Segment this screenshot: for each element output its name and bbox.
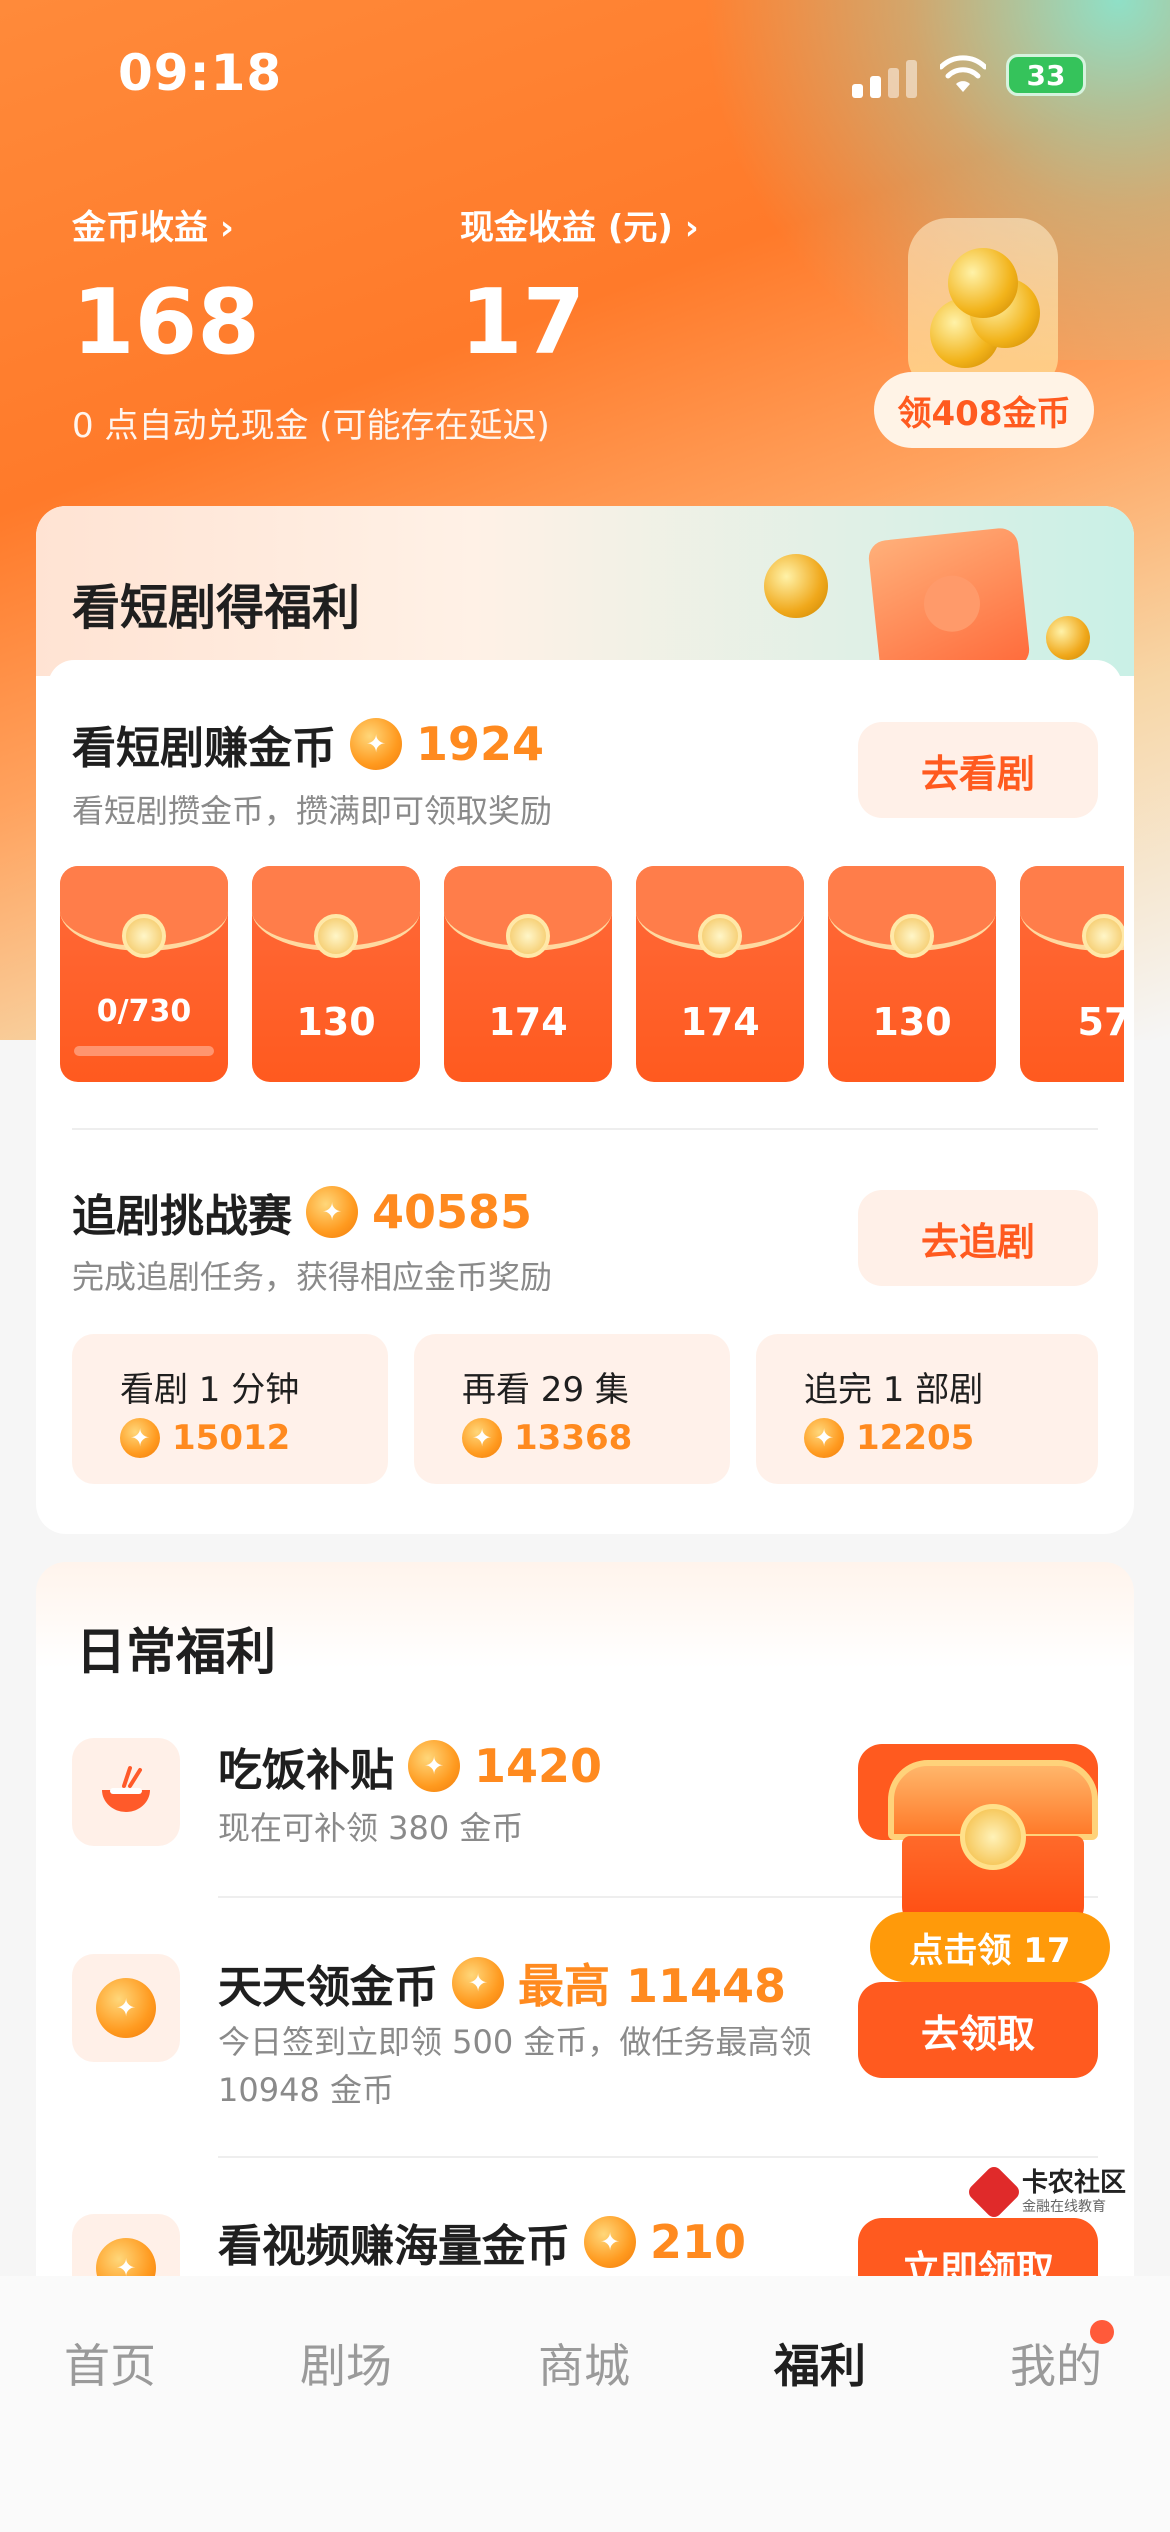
coin-icon [452,1957,504,2009]
redeem-coins-button[interactable]: 领408金币 [874,372,1094,448]
notification-dot [1090,2320,1114,2344]
bottom-tab-bar: 首页 剧场 商城 福利 我的 [0,2276,1170,2532]
red-envelope[interactable]: 130 [828,866,996,1082]
envelope-value: 174 [488,1000,568,1044]
watermark-name: 卡农社区 [1022,2168,1127,2198]
watermark-tagline: 金融在线教育 [1022,2199,1106,2215]
divider [72,1128,1098,1130]
follow-drama-button[interactable]: 去追剧 [858,1190,1098,1286]
task-card[interactable]: 再看 29 集 13368 [414,1334,730,1484]
coin-decoration-icon [764,554,828,618]
envelope-seal-icon [1082,914,1124,958]
challenge-title: 追剧挑战赛 [72,1191,292,1242]
coin-icon [72,1954,180,2062]
status-time: 09:18 [118,44,283,102]
coin-icon [120,1418,160,1458]
earn-coins-heading: 看短剧赚金币 1924 [72,712,544,776]
task-title: 再看 29 集 [462,1370,629,1410]
envelope-seal-icon [122,914,166,958]
coin-icon [350,718,402,770]
earn-coins-title: 看短剧赚金币 [72,723,336,774]
daily-row-amount: 最高 11448 [518,1959,787,2013]
envelope-row: 0/730 130 174 174 130 57 [60,866,1124,1086]
watermark: 卡农社区 金融在线教育 [965,2162,1154,2222]
tab-welfare[interactable]: 福利 [774,2330,866,2396]
treasure-chest-icon[interactable] [888,1760,1098,1932]
envelope-seal-icon [890,914,934,958]
red-envelope[interactable]: 0/730 [60,866,228,1082]
earn-coins-subtitle: 看短剧攒金币，攒满即可领取奖励 [72,792,553,830]
coin-icon [408,1740,460,1792]
earn-coins-amount: 1924 [416,717,545,771]
envelope-seal-icon [506,914,550,958]
daily-row-amount: 210 [650,2215,747,2269]
envelope-value: 130 [872,1000,952,1044]
red-envelope[interactable]: 174 [636,866,804,1082]
battery-icon: 33 [1006,54,1086,96]
envelope-seal-icon [698,914,742,958]
tv-decoration-icon [867,526,1031,682]
daily-row-title: 吃饭补贴 1420 [218,1734,602,1798]
tab-mall[interactable]: 商城 [538,2330,630,2396]
coin-decoration-icon [1046,616,1090,660]
task-coins: 15012 [120,1418,290,1458]
rice-bowl-icon [72,1738,180,1846]
envelope-value: 174 [680,1000,760,1044]
daily-row-title: 天天领金币 最高 11448 [218,1950,786,2016]
coin-icon [462,1418,502,1458]
signal-icon [852,58,918,98]
coin-icon [306,1186,358,1238]
red-envelope[interactable]: 57 [1020,866,1124,1082]
task-card[interactable]: 追完 1 部剧 12205 [756,1334,1098,1484]
task-coins: 12205 [804,1418,974,1458]
task-card[interactable]: 看剧 1 分钟 15012 [72,1334,388,1484]
task-title: 追完 1 部剧 [804,1370,984,1410]
envelope-progress-text: 0/730 [96,994,192,1029]
envelope-value: 57 [1077,1000,1124,1044]
envelope-value: 130 [296,1000,376,1044]
coin-earnings-link[interactable]: 金币收益 › [72,200,234,249]
coin-icon [804,1418,844,1458]
envelope-progress-bar [74,1046,214,1056]
daily-row-subtitle: 现在可补领 380 金币 [218,1809,524,1847]
wifi-icon [940,55,986,92]
daily-row-subtitle: 今日签到立即领 500 金币，做任务最高领10948 金币 [218,2023,812,2109]
coin-jar-icon [908,218,1058,388]
exchange-note: 0 点自动兑现金 (可能存在延迟) [72,406,550,446]
tab-me[interactable]: 我的 [1010,2330,1102,2396]
red-envelope[interactable]: 130 [252,866,420,1082]
red-envelope[interactable]: 174 [444,866,612,1082]
coin-icon [584,2216,636,2268]
coin-earnings-value: 168 [72,270,260,375]
daily-row-amount: 1420 [474,1739,603,1793]
cash-earnings-value: 17 [460,270,586,375]
task-coins: 13368 [462,1418,632,1458]
tab-theater[interactable]: 剧场 [300,2330,392,2396]
chest-lock [960,1804,1026,1870]
cash-earnings-link[interactable]: 现金收益 (元) › [460,200,699,249]
challenge-subtitle: 完成追剧任务，获得相应金币奖励 [72,1258,553,1296]
claim-daily-coins-button[interactable]: 去领取 [858,1982,1098,2078]
task-title: 看剧 1 分钟 [120,1370,300,1410]
challenge-heading: 追剧挑战赛 40585 [72,1180,532,1244]
divider [218,2156,1098,2158]
tab-home[interactable]: 首页 [64,2330,156,2396]
envelope-seal-icon [314,914,358,958]
drama-card-title: 看短剧得福利 [72,580,361,636]
chest-claim-badge[interactable]: 点击领 17 [870,1912,1110,1982]
daily-row-title: 看视频赚海量金币 210 [218,2210,746,2274]
challenge-amount: 40585 [372,1185,533,1239]
daily-rewards-title: 日常福利 [76,1623,276,1681]
watermark-logo-icon [965,2163,1023,2221]
watch-drama-button[interactable]: 去看剧 [858,722,1098,818]
